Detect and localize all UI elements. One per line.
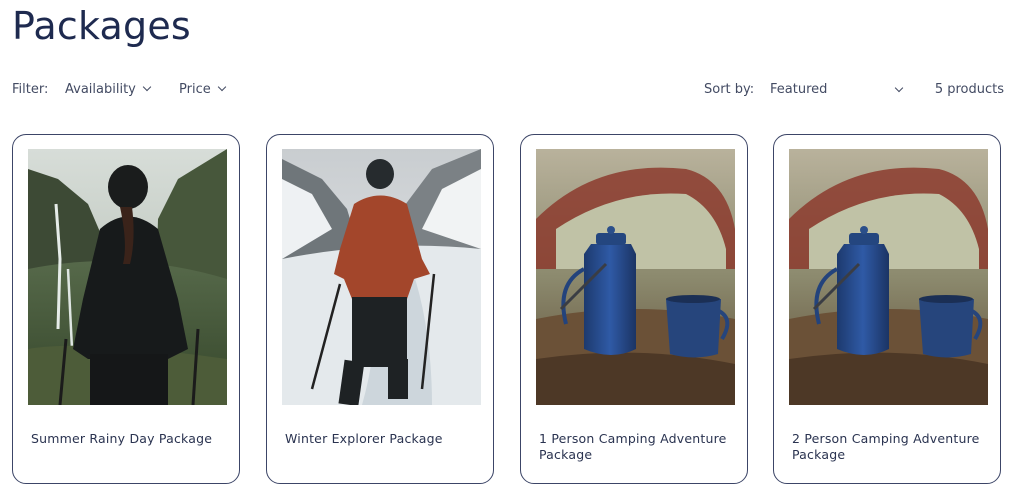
product-title[interactable]: 2 Person Camping Adventure Package [792, 431, 986, 463]
availability-label: Availability [65, 82, 136, 97]
chevron-down-icon [894, 83, 904, 93]
product-card[interactable]: 1 Person Camping Adventure Package [520, 134, 748, 484]
product-title[interactable]: Winter Explorer Package [285, 431, 479, 447]
product-count: 5 products [934, 82, 1004, 97]
product-image-enamel-kettle-camp[interactable] [536, 149, 735, 405]
product-image-hiker-green-valley[interactable] [28, 149, 227, 405]
product-card[interactable]: Winter Explorer Package [266, 134, 494, 484]
price-filter-dropdown[interactable]: Price [179, 82, 226, 97]
product-card[interactable]: Summer Rainy Day Package [12, 134, 240, 484]
product-title[interactable]: 1 Person Camping Adventure Package [539, 431, 733, 463]
sort-label: Sort by: [704, 82, 755, 97]
filter-bar: Filter: Availability Price Sort by: Feat… [12, 82, 1004, 100]
product-title[interactable]: Summer Rainy Day Package [31, 431, 225, 447]
product-image-enamel-kettle-camp[interactable] [789, 149, 988, 405]
filter-label: Filter: [12, 82, 49, 97]
product-image-hiker-snowy-canyon[interactable] [282, 149, 481, 405]
page-title: Packages [12, 4, 191, 48]
availability-filter-dropdown[interactable]: Availability [65, 82, 152, 97]
chevron-down-icon [142, 82, 152, 92]
price-label: Price [179, 82, 211, 97]
product-card[interactable]: 2 Person Camping Adventure Package [773, 134, 1001, 484]
chevron-down-icon [217, 82, 226, 92]
sort-select[interactable]: Featured [770, 82, 904, 97]
sort-value: Featured [770, 82, 828, 97]
